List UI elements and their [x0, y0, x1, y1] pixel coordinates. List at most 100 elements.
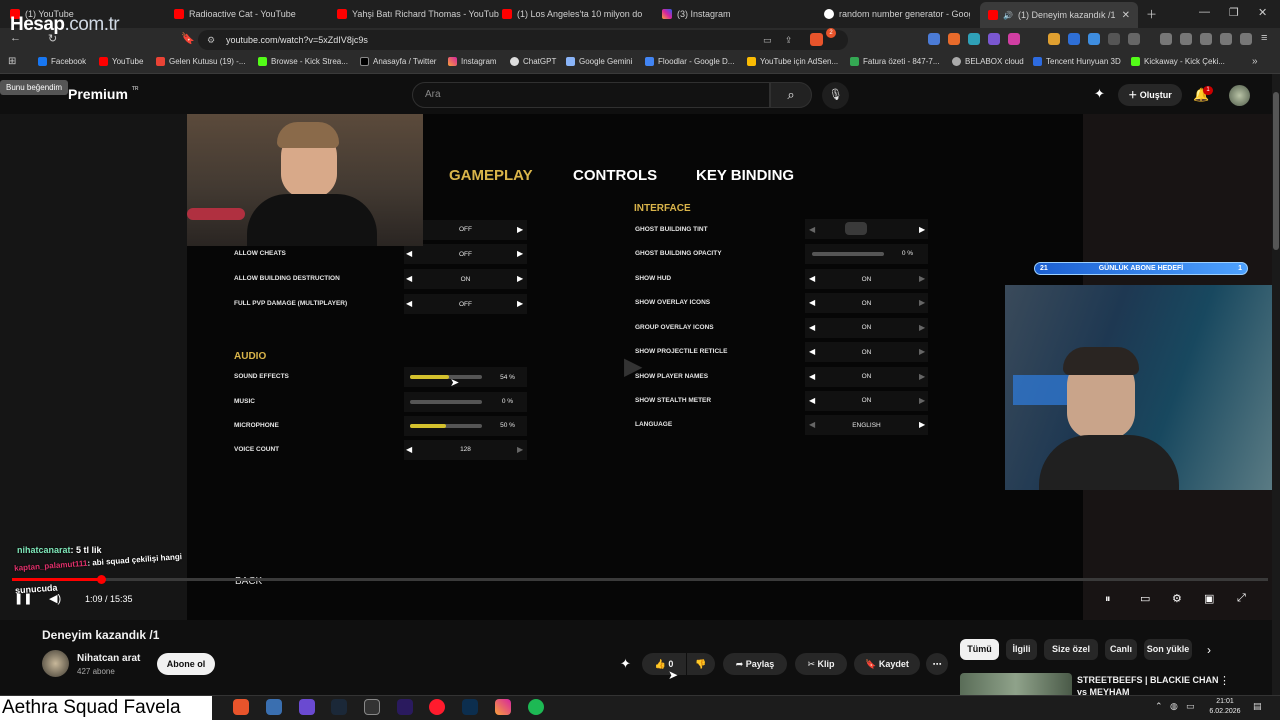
bookmark-item[interactable]: Floodlar - Google D... [645, 57, 734, 66]
maximize-icon[interactable]: ❐ [1229, 6, 1239, 19]
scrollbar-thumb[interactable] [1273, 92, 1279, 250]
fullscreen-icon[interactable]: ⤢ [1237, 592, 1246, 605]
close-tab-icon[interactable]: ✕ [1122, 10, 1130, 21]
chip-for-you[interactable]: Size özel [1044, 639, 1098, 660]
create-button[interactable]: ＋ Oluştur [1118, 84, 1182, 106]
obs-icon[interactable] [364, 699, 380, 715]
bookmark-item[interactable]: Browse - Kick Strea... [258, 57, 348, 66]
cast-icon[interactable]: ▭ [763, 30, 772, 50]
extension-icon[interactable] [928, 33, 940, 45]
premium-icon[interactable]: ✦ [620, 656, 631, 672]
more-actions-button[interactable]: ⋯ [926, 653, 948, 675]
browser-tab-active[interactable]: 🔊 (1) Deneyim kazandık /1 - Yo ✕ [980, 2, 1138, 28]
subtitles-icon[interactable]: ▭ [1140, 592, 1150, 605]
bookmark-item[interactable]: Gelen Kutusu (19) -... [156, 57, 245, 66]
browser-tab[interactable]: (1) Los Angeles'ta 10 milyon doların [502, 4, 642, 24]
more-icon[interactable]: ⋮ [1219, 674, 1230, 687]
tray-chevron-icon[interactable]: ⌃ [1155, 701, 1163, 712]
bookmark-item[interactable]: Anasayfa / Twitter [360, 57, 436, 66]
vpn-icon[interactable] [1240, 33, 1252, 45]
leo-icon[interactable] [1220, 33, 1232, 45]
menu-icon[interactable]: ≡ [1261, 32, 1267, 44]
wallet-icon[interactable] [1200, 33, 1212, 45]
clip-button[interactable]: ✂ Klip [795, 653, 847, 675]
recommendation-thumbnail[interactable] [960, 673, 1072, 695]
apps-icon[interactable]: ⊞ [8, 56, 16, 67]
bookmark-item[interactable]: Instagram [448, 57, 497, 66]
chevron-right-icon[interactable]: › [1207, 643, 1211, 657]
bookmark-item[interactable]: Fatura özeti - 847-7... [850, 57, 939, 66]
autoplay-toggle-icon[interactable]: ⏸ [1105, 593, 1111, 606]
volume-icon[interactable]: ◀) [49, 592, 61, 605]
color-swatch [845, 222, 867, 235]
media-icon[interactable] [1160, 33, 1172, 45]
address-bar[interactable]: ⚙ youtube.com/watch?v=5xZdIV8jc9s ▭ ⇪ 2 [198, 28, 848, 50]
bookmark-item[interactable]: BELABOX cloud [952, 57, 1024, 66]
extension-icon[interactable] [1088, 33, 1100, 45]
network-icon[interactable]: ▭ [1186, 701, 1195, 712]
extension-icon[interactable] [968, 33, 980, 45]
opera-icon[interactable] [429, 699, 445, 715]
bookmark-item[interactable]: YouTube için AdSen... [747, 57, 838, 66]
bookmark-item[interactable]: YouTube [99, 57, 143, 66]
extension-icon[interactable] [1108, 33, 1120, 45]
save-button[interactable]: 🔖 Kaydet [854, 653, 920, 675]
browser-tab[interactable]: random number generator - Google [824, 4, 970, 24]
search-button[interactable]: ⌕ [770, 82, 812, 108]
settings-icon[interactable]: ⚙ [1172, 592, 1182, 605]
account-avatar[interactable] [1229, 85, 1250, 106]
miniplayer-icon[interactable]: ▣ [1204, 592, 1214, 605]
chip-live[interactable]: Canlı [1105, 639, 1137, 660]
new-tab-icon[interactable]: ＋ [1146, 6, 1157, 22]
extension-icon[interactable] [1048, 33, 1060, 45]
channel-avatar[interactable] [42, 650, 69, 677]
bookmark-item[interactable]: Tencent Hunyuan 3D [1033, 57, 1121, 66]
pause-icon[interactable]: ❚❚ [14, 592, 32, 605]
more-bookmarks-icon[interactable]: » [1252, 56, 1258, 67]
site-settings-icon[interactable]: ⚙ [207, 30, 215, 50]
premiere-icon[interactable] [397, 699, 413, 715]
search-input[interactable]: Ara [412, 82, 770, 108]
extension-icon[interactable] [948, 33, 960, 45]
bookmark-item[interactable]: Google Gemini [566, 57, 632, 66]
like-button[interactable]: 👍 0 [642, 653, 686, 675]
close-window-icon[interactable]: ✕ [1258, 6, 1267, 19]
system-clock[interactable]: 21:01 6.02.2026 [1200, 697, 1250, 717]
steam-icon[interactable] [331, 699, 347, 715]
bookmark-item[interactable]: Facebook [38, 57, 86, 66]
browser-tab[interactable]: Radioactive Cat - YouTube [174, 4, 324, 24]
extension-icon[interactable] [1008, 33, 1020, 45]
brave-shield-icon[interactable] [810, 33, 823, 46]
chip-all[interactable]: Tümü [960, 639, 999, 660]
share-button[interactable]: ➦ Paylaş [723, 653, 787, 675]
share-icon[interactable]: ⇪ [785, 30, 793, 50]
sidebar-icon[interactable] [1180, 33, 1192, 45]
dislike-button[interactable]: 👎 [687, 653, 715, 675]
extension-icon[interactable] [1128, 33, 1140, 45]
chip-recently-uploaded[interactable]: Son yükle [1144, 639, 1192, 660]
spotify-icon[interactable] [528, 699, 544, 715]
youtube-premium-logo[interactable]: Premium TR [68, 86, 138, 102]
subscribe-button[interactable]: Abone ol [157, 653, 215, 675]
brave-icon[interactable] [233, 699, 249, 715]
progress-handle[interactable] [97, 575, 106, 584]
progress-bar[interactable] [12, 578, 1268, 581]
bookmark-item[interactable]: Kickaway - Kick Çeki... [1131, 57, 1225, 66]
chip-related[interactable]: İlgili [1006, 639, 1037, 660]
notification-center-icon[interactable]: ▤ [1253, 701, 1262, 712]
extension-icon[interactable] [988, 33, 1000, 45]
photoshop-icon[interactable] [462, 699, 478, 715]
extension-icon[interactable] [1068, 33, 1080, 45]
tray-icon[interactable]: ◍ [1170, 701, 1178, 712]
instagram-icon[interactable] [495, 699, 511, 715]
app-icon[interactable] [266, 699, 282, 715]
browser-tab[interactable]: Yahşi Batı Richard Thomas - YouTube [337, 4, 499, 24]
bookmark-icon[interactable]: 🔖 [181, 32, 195, 45]
channel-name[interactable]: Nihatcan arat [77, 653, 140, 664]
app-icon[interactable] [299, 699, 315, 715]
browser-tab[interactable]: (3) Instagram [662, 4, 802, 24]
bookmark-item[interactable]: ChatGPT [510, 57, 556, 66]
minimize-icon[interactable]: — [1199, 6, 1210, 18]
premium-icon[interactable]: ✦ [1094, 86, 1105, 102]
voice-search-button[interactable]: 🎙 [822, 82, 849, 109]
